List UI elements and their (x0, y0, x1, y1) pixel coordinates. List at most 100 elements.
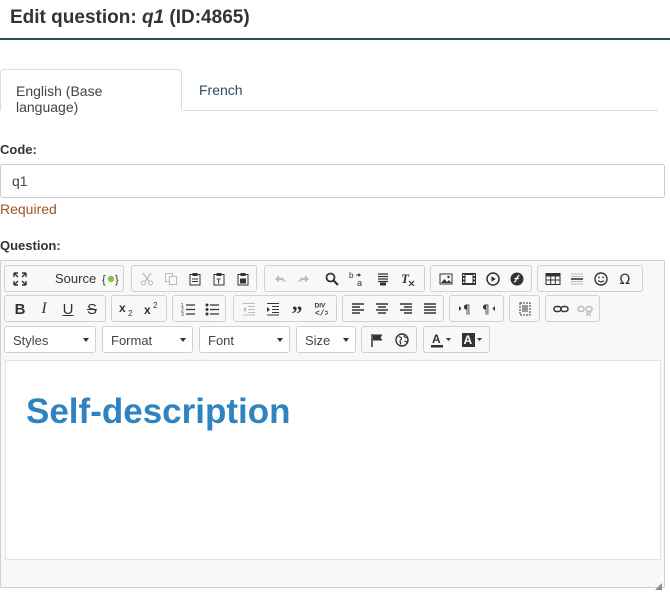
svg-text:A: A (432, 332, 441, 346)
toolbar-group-clipboard: T (131, 265, 257, 292)
maximize-icon[interactable] (8, 267, 32, 291)
page-title-question-code: q1 (141, 7, 165, 28)
source-button[interactable]: Source (55, 271, 96, 286)
toolbar-group-colors: A A (423, 326, 490, 353)
page-header: Edit question: q1 (ID:4865) (0, 0, 670, 40)
bulleted-list-icon[interactable] (200, 297, 224, 321)
toolbar-group-direction: ¶ ¶ (449, 295, 504, 322)
table-icon[interactable] (541, 267, 565, 291)
format-combo[interactable]: Format (102, 326, 193, 353)
paste-icon[interactable] (183, 267, 207, 291)
smiley-icon[interactable] (589, 267, 613, 291)
rich-text-editor: Source {} T b a T Ω B I U S x 2 x 2 1 2 … (0, 260, 665, 590)
resize-grip-icon[interactable] (654, 577, 662, 590)
svg-text:Ω: Ω (620, 272, 631, 286)
svg-text:x: x (119, 302, 126, 315)
increase-indent-icon[interactable] (261, 297, 285, 321)
play-media-icon[interactable] (481, 267, 505, 291)
align-center-icon[interactable] (370, 297, 394, 321)
underline-icon[interactable]: U (56, 297, 80, 321)
chevron-down-icon (343, 338, 349, 342)
language-tabs: English (Base language) French (0, 69, 658, 115)
align-left-icon[interactable] (346, 297, 370, 321)
remove-format-icon[interactable]: T (396, 267, 420, 291)
svg-text:a: a (357, 278, 362, 287)
svg-text:}: } (115, 274, 119, 286)
editor-content-area[interactable]: Self-description (5, 360, 661, 560)
svg-text:¶: ¶ (482, 303, 490, 317)
svg-text:DIV: DIV (315, 303, 327, 310)
blockquote-icon[interactable]: ” (285, 297, 309, 326)
justify-icon[interactable] (418, 297, 442, 321)
unlink-icon[interactable] (573, 297, 597, 321)
undo-icon[interactable] (268, 267, 292, 291)
cut-icon[interactable] (135, 267, 159, 291)
toolbar-group-indent: ” DIV </> (233, 295, 337, 326)
size-combo-label: Size (305, 333, 331, 348)
code-label: Code: (0, 142, 37, 157)
anchor-flag-icon[interactable] (365, 328, 389, 352)
code-input[interactable] (0, 164, 665, 198)
create-div-icon[interactable]: DIV </> (309, 297, 333, 321)
numbered-list-icon[interactable]: 123 (176, 297, 200, 321)
chevron-down-icon (277, 338, 283, 342)
link-icon[interactable] (549, 297, 573, 321)
italic-icon[interactable]: I (32, 297, 56, 321)
toolbar-group-anchor-language (361, 326, 417, 353)
bold-icon[interactable]: B (8, 297, 32, 321)
select-all-icon[interactable] (371, 267, 395, 291)
replace-icon[interactable]: ba (345, 267, 369, 291)
text-direction-rtl-icon[interactable]: ¶ (477, 297, 501, 321)
text-direction-ltr-icon[interactable]: ¶ (453, 297, 477, 321)
font-combo-label: Font (208, 333, 235, 348)
svg-text:T: T (401, 272, 410, 286)
page-title-question-id: (ID:4865) (169, 7, 250, 28)
size-combo[interactable]: Size (296, 326, 356, 353)
styles-combo[interactable]: Styles (4, 326, 96, 353)
video-icon[interactable] (457, 267, 481, 291)
chevron-down-icon (180, 338, 186, 342)
paste-as-text-icon[interactable]: T (207, 267, 231, 291)
tab-french[interactable]: French (184, 69, 258, 111)
svg-text:b: b (349, 271, 354, 280)
svg-text:3: 3 (181, 312, 184, 316)
flash-icon[interactable] (505, 267, 529, 291)
format-combo-label: Format (111, 333, 153, 348)
templates-icon[interactable] (513, 297, 537, 321)
tab-english-base-language[interactable]: English (Base language) (0, 69, 182, 115)
subscript-icon[interactable]: x2 (115, 297, 139, 321)
toolbar-group-script: x2 x2 (111, 295, 167, 322)
paste-from-word-icon[interactable] (231, 267, 255, 291)
toolbar-group-editing: ba T (264, 265, 425, 292)
toolbar-group-lists: 123 (172, 295, 226, 322)
strikethrough-icon[interactable]: S (80, 297, 104, 321)
content-heading: Self-description (26, 392, 291, 431)
copy-icon[interactable] (159, 267, 183, 291)
svg-text:</>: </> (315, 310, 328, 318)
superscript-icon[interactable]: x2 (140, 297, 164, 321)
toolbar-group-links (545, 295, 600, 322)
horizontal-line-icon[interactable] (565, 267, 589, 291)
image-icon[interactable] (434, 267, 458, 291)
text-color-icon[interactable]: A (427, 328, 457, 352)
svg-text:2: 2 (153, 302, 158, 310)
special-character-icon[interactable]: Ω (614, 267, 638, 291)
find-icon[interactable] (320, 267, 344, 291)
svg-text:T: T (217, 279, 222, 286)
align-right-icon[interactable] (394, 297, 418, 321)
svg-text:A: A (464, 333, 473, 347)
page-title-prefix: Edit question: (10, 7, 137, 28)
page-title: Edit question: q1 (ID:4865) (10, 7, 250, 29)
toolbar-group-document: Source {} (4, 265, 124, 292)
redo-icon[interactable] (292, 267, 316, 291)
styles-combo-label: Styles (13, 333, 49, 348)
decrease-indent-icon[interactable] (237, 297, 261, 321)
chevron-down-icon (83, 338, 89, 342)
toolbar-group-insert (430, 265, 532, 292)
font-combo[interactable]: Font (199, 326, 290, 353)
source-code-icon[interactable]: {} (99, 267, 123, 291)
toolbar-group-basic-styles: B I U S (4, 295, 106, 322)
language-globe-icon[interactable] (390, 328, 414, 352)
toolbar-group-alignment (342, 295, 444, 322)
background-color-icon[interactable]: A (458, 328, 488, 352)
